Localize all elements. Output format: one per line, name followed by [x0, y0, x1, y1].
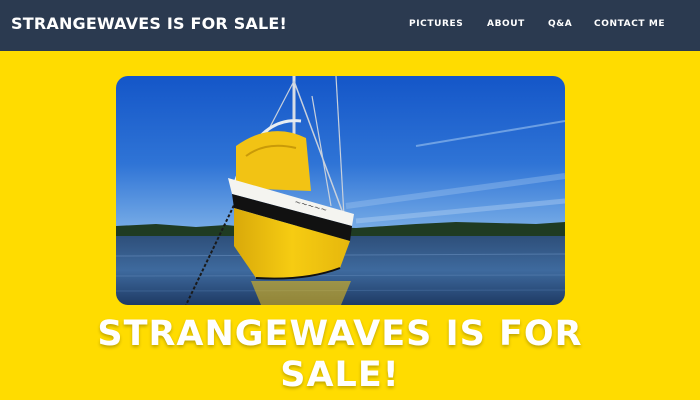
nav-link-qa[interactable]: Q&A	[548, 19, 572, 29]
page: STRANGEWAVES IS FOR SALE! PICTURES ABOUT…	[0, 0, 700, 400]
nav-link-contact-me[interactable]: CONTACT ME	[594, 19, 665, 29]
hero-headline-line2: SALE!	[280, 355, 400, 395]
nav-link-about[interactable]: ABOUT	[487, 19, 525, 29]
hero-headline-line1: STRANGEWAVES IS FOR	[97, 314, 583, 354]
sailboat-photo: ~~~~~	[116, 76, 565, 305]
hero-headline: STRANGEWAVES IS FOR SALE!	[0, 314, 680, 396]
site-title-link[interactable]: STRANGEWAVES IS FOR SALE!	[11, 14, 287, 33]
navbar: STRANGEWAVES IS FOR SALE! PICTURES ABOUT…	[0, 0, 700, 51]
nav-link-pictures[interactable]: PICTURES	[409, 19, 463, 29]
